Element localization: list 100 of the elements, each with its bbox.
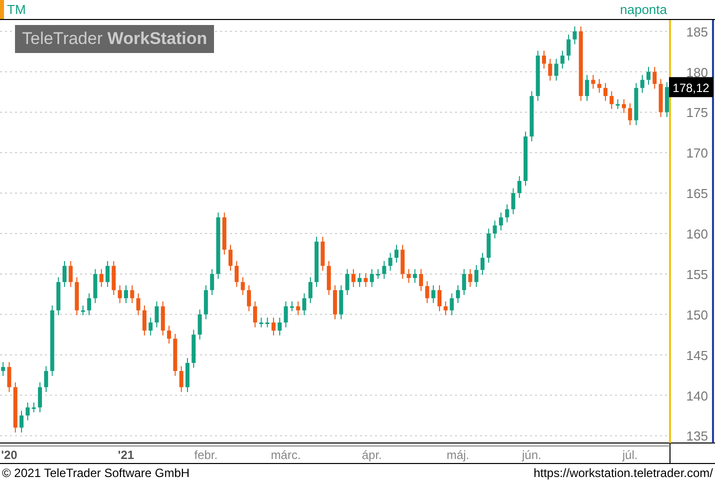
candlestick bbox=[204, 284, 208, 320]
candlestick bbox=[314, 236, 319, 288]
candlestick bbox=[44, 366, 48, 393]
candlestick bbox=[400, 244, 405, 280]
candlestick bbox=[80, 305, 85, 316]
candlestick bbox=[142, 305, 146, 336]
candlestick bbox=[265, 317, 270, 328]
candlestick bbox=[450, 292, 454, 316]
x-tick-label: júl. bbox=[622, 448, 638, 462]
candlestick bbox=[664, 82, 669, 118]
candlestick bbox=[154, 300, 159, 328]
candlestick bbox=[7, 362, 12, 393]
candlestick bbox=[284, 300, 288, 328]
y-tick-label: 155 bbox=[686, 266, 708, 282]
x-tick-label: máj. bbox=[446, 448, 470, 462]
candlestick bbox=[456, 284, 460, 304]
candlestick bbox=[542, 50, 546, 70]
candlestick bbox=[640, 74, 644, 94]
candlestick bbox=[99, 268, 104, 288]
candlestick bbox=[438, 284, 442, 312]
candlestick bbox=[38, 382, 42, 413]
website-link[interactable]: https://workstation.teletrader.com/ bbox=[534, 466, 713, 480]
candlestick bbox=[198, 309, 202, 340]
candlestick bbox=[591, 74, 596, 90]
candlestick bbox=[185, 358, 190, 393]
candlestick bbox=[628, 102, 632, 126]
candlestick bbox=[326, 260, 331, 296]
candlestick bbox=[130, 284, 134, 304]
candlestick bbox=[412, 268, 417, 284]
candlestick bbox=[492, 220, 497, 239]
candlestick bbox=[468, 268, 472, 288]
interval-label: naponta bbox=[620, 2, 667, 17]
candlestick bbox=[566, 34, 571, 61]
candlestick bbox=[364, 272, 368, 288]
candlestick bbox=[444, 300, 448, 316]
candlestick bbox=[13, 382, 18, 433]
candlestick bbox=[572, 26, 577, 45]
candlestick bbox=[26, 402, 30, 421]
candlestick bbox=[246, 284, 251, 312]
symbol-label: TM bbox=[7, 2, 26, 17]
x-tick-label: jún. bbox=[522, 448, 542, 462]
candlestick bbox=[234, 260, 239, 288]
candlestick bbox=[658, 78, 663, 118]
candlestick bbox=[622, 98, 626, 114]
candlestick bbox=[32, 402, 36, 413]
candlestick bbox=[87, 292, 92, 316]
candlestick bbox=[646, 66, 650, 86]
candlestick bbox=[93, 268, 98, 304]
candlestick bbox=[222, 212, 226, 256]
price-tag: 178,12 bbox=[669, 77, 713, 98]
candlestick bbox=[68, 260, 73, 288]
candlestick bbox=[351, 268, 356, 288]
candlestick bbox=[480, 252, 485, 276]
candlestick bbox=[536, 50, 540, 102]
y-tick-label: 160 bbox=[686, 226, 708, 242]
candlestick bbox=[259, 317, 264, 328]
candlestick bbox=[216, 212, 220, 280]
candlestick bbox=[634, 82, 638, 126]
y-tick-label: 145 bbox=[686, 348, 708, 363]
candlestick bbox=[192, 329, 196, 368]
y-tick-label: 180 bbox=[686, 64, 708, 80]
candlestick bbox=[148, 317, 153, 336]
y-tick-label: 135 bbox=[686, 428, 708, 444]
y-tick-label: 170 bbox=[686, 146, 708, 161]
candlestick bbox=[240, 276, 245, 296]
candlestick bbox=[505, 204, 510, 223]
candlestick bbox=[554, 58, 558, 82]
candlestick bbox=[253, 300, 258, 328]
candlestick bbox=[167, 325, 172, 344]
candlestick bbox=[179, 366, 184, 393]
candlestick bbox=[160, 300, 165, 336]
candlestick bbox=[597, 78, 602, 94]
candlestick bbox=[376, 268, 380, 280]
y-tick-label: 165 bbox=[686, 186, 708, 202]
candlestick bbox=[517, 176, 522, 198]
candlestick bbox=[486, 228, 491, 264]
candlestick bbox=[136, 292, 140, 316]
y-tick-label: 185 bbox=[686, 24, 708, 40]
x-tick-label: '21 bbox=[118, 448, 134, 462]
candlestick bbox=[560, 50, 564, 70]
candlestick bbox=[462, 268, 466, 296]
candlestick bbox=[228, 244, 232, 272]
candlestick bbox=[173, 333, 178, 376]
candlestick bbox=[530, 90, 534, 142]
candlestick bbox=[56, 276, 60, 316]
candlestick bbox=[388, 252, 392, 272]
candlestick bbox=[345, 268, 350, 296]
candlestick bbox=[272, 317, 276, 336]
copyright-text: © 2021 TeleTrader Software GmbH bbox=[2, 466, 190, 480]
candlestick bbox=[106, 260, 110, 288]
candlestick bbox=[74, 276, 79, 316]
candlestick bbox=[610, 90, 614, 110]
candlestick bbox=[603, 82, 608, 102]
candlestick bbox=[419, 268, 424, 292]
y-tick-label: 150 bbox=[686, 307, 708, 322]
x-tick-label: '20 bbox=[1, 448, 18, 462]
candlestick bbox=[302, 292, 306, 316]
candlestick bbox=[652, 66, 657, 90]
candlestick bbox=[548, 58, 552, 82]
candlestick bbox=[425, 280, 430, 304]
